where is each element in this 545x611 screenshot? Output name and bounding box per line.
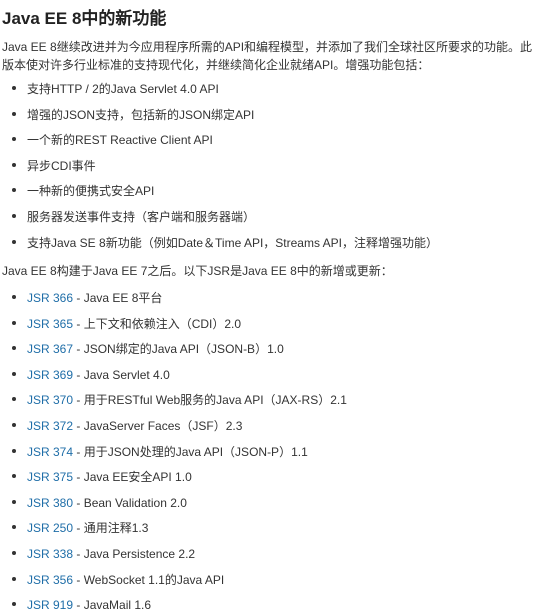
feature-item: 一个新的REST Reactive Client API bbox=[0, 133, 545, 159]
jsr-description: - 上下文和依赖注入（CDI）2.0 bbox=[73, 316, 242, 331]
jsr-365-link[interactable]: JSR 365 bbox=[27, 317, 73, 331]
jsr-250-link[interactable]: JSR 250 bbox=[27, 521, 73, 535]
jsr-list-item: JSR 250 - 通用注释1.3 bbox=[0, 521, 545, 547]
intro-paragraph: Java EE 8继续改进并为今应用程序所需的API和编程模型，并添加了我们全球… bbox=[2, 40, 533, 72]
jsr-description: - Java EE 8平台 bbox=[73, 291, 163, 305]
jsr-description: - 用于JSON处理的Java API（JSON-P）1.1 bbox=[73, 444, 308, 459]
jsr-list-item: JSR 919 - JavaMail 1.6 bbox=[0, 598, 545, 611]
bullet-icon bbox=[12, 602, 16, 607]
jsr-description: - Bean Validation 2.0 bbox=[73, 495, 187, 510]
jsr-370-link[interactable]: JSR 370 bbox=[27, 393, 73, 407]
jsr-list-item: JSR 367 - JSON绑定的Java API（JSON-B）1.0 bbox=[0, 342, 545, 368]
jsr-description: - 通用注释1.3 bbox=[73, 521, 149, 536]
feature-item: 异步CDI事件 bbox=[0, 159, 545, 185]
bullet-icon bbox=[12, 397, 16, 402]
feature-text: 异步CDI事件 bbox=[27, 158, 96, 173]
bullet-icon bbox=[12, 320, 16, 325]
feature-item: 支持HTTP / 2的Java Servlet 4.0 API bbox=[0, 82, 545, 108]
jsr-description: - JavaServer Faces（JSF）2.3 bbox=[73, 418, 243, 433]
bullet-icon bbox=[12, 448, 16, 453]
jsr-list-item: JSR 356 - WebSocket 1.1的Java API bbox=[0, 573, 545, 599]
feature-text: 支持HTTP / 2的Java Servlet 4.0 API bbox=[27, 82, 219, 96]
feature-list: 支持HTTP / 2的Java Servlet 4.0 API 增强的JSON支… bbox=[0, 82, 545, 261]
jsr-list-item: JSR 380 - Bean Validation 2.0 bbox=[0, 496, 545, 522]
feature-item: 服务器发送事件支持（客户端和服务器端） bbox=[0, 210, 545, 236]
feature-item: 支持Java SE 8新功能（例如Date＆Time API，Streams A… bbox=[0, 236, 545, 262]
page-title: Java EE 8中的新功能 bbox=[2, 9, 167, 28]
jsr-374-link[interactable]: JSR 374 bbox=[27, 445, 73, 459]
jsr-list-item: JSR 366 - Java EE 8平台 bbox=[0, 291, 545, 317]
bullet-icon bbox=[12, 422, 16, 427]
jsr-list-item: JSR 338 - Java Persistence 2.2 bbox=[0, 547, 545, 573]
feature-item: 一种新的便携式安全API bbox=[0, 184, 545, 210]
bullet-icon bbox=[12, 550, 16, 555]
bullet-icon bbox=[12, 474, 16, 479]
bullet-icon bbox=[12, 525, 16, 530]
jsr-list-item: JSR 375 - Java EE安全API 1.0 bbox=[0, 470, 545, 496]
jsr-375-link[interactable]: JSR 375 bbox=[27, 470, 73, 484]
jsr-list-item: JSR 370 - 用于RESTful Web服务的Java API（JAX-R… bbox=[0, 393, 545, 419]
feature-item: 增强的JSON支持，包括新的JSON绑定API bbox=[0, 108, 545, 134]
bullet-icon bbox=[12, 576, 16, 581]
jsr-338-link[interactable]: JSR 338 bbox=[27, 547, 73, 561]
jsr-369-link[interactable]: JSR 369 bbox=[27, 368, 73, 382]
feature-text: 服务器发送事件支持（客户端和服务器端） bbox=[27, 209, 256, 224]
jsr-list: JSR 366 - Java EE 8平台 JSR 365 - 上下文和依赖注入… bbox=[0, 291, 545, 611]
feature-text: 增强的JSON支持，包括新的JSON绑定API bbox=[27, 107, 255, 122]
bullet-icon bbox=[12, 346, 16, 351]
jsr-description: - JavaMail 1.6 bbox=[73, 598, 152, 611]
jsr-list-item: JSR 365 - 上下文和依赖注入（CDI）2.0 bbox=[0, 317, 545, 343]
bullet-icon bbox=[12, 499, 16, 504]
jsr-description: - 用于RESTful Web服务的Java API（JAX-RS）2.1 bbox=[73, 393, 347, 408]
bullet-icon bbox=[12, 239, 16, 244]
bullet-icon bbox=[12, 295, 16, 299]
feature-text: 一个新的REST Reactive Client API bbox=[27, 133, 213, 148]
jsr-description: - WebSocket 1.1的Java API bbox=[73, 572, 225, 587]
jsr-description: - Java Persistence 2.2 bbox=[73, 546, 196, 561]
jsr-372-link[interactable]: JSR 372 bbox=[27, 419, 73, 433]
jsr-356-link[interactable]: JSR 356 bbox=[27, 573, 73, 587]
jsr-list-item: JSR 372 - JavaServer Faces（JSF）2.3 bbox=[0, 419, 545, 445]
jsr-380-link[interactable]: JSR 380 bbox=[27, 496, 73, 510]
jsr-919-link[interactable]: JSR 919 bbox=[27, 598, 73, 611]
jsr-list-item: JSR 374 - 用于JSON处理的Java API（JSON-P）1.1 bbox=[0, 445, 545, 471]
jsr-description: - Java Servlet 4.0 bbox=[73, 367, 170, 382]
bullet-icon bbox=[12, 137, 16, 142]
feature-text: 支持Java SE 8新功能（例如Date＆Time API，Streams A… bbox=[27, 235, 438, 250]
jsr-list-item: JSR 369 - Java Servlet 4.0 bbox=[0, 368, 545, 394]
jsr-description: - Java EE安全API 1.0 bbox=[73, 470, 192, 485]
bullet-icon bbox=[12, 162, 16, 167]
jsr-366-link[interactable]: JSR 366 bbox=[27, 291, 73, 305]
feature-text: 一种新的便携式安全API bbox=[27, 184, 155, 199]
jsr-367-link[interactable]: JSR 367 bbox=[27, 342, 73, 356]
document-page: Java EE 8中的新功能 Java EE 8继续改进并为今应用程序所需的AP… bbox=[0, 0, 545, 611]
bullet-icon bbox=[12, 86, 16, 90]
bullet-icon bbox=[12, 371, 16, 376]
jsr-intro-text: Java EE 8构建于Java EE 7之后。以下JSR是Java EE 8中… bbox=[2, 264, 393, 278]
bullet-icon bbox=[12, 111, 16, 116]
bullet-icon bbox=[12, 188, 16, 193]
bullet-icon bbox=[12, 213, 16, 218]
jsr-description: - JSON绑定的Java API（JSON-B）1.0 bbox=[73, 342, 284, 357]
